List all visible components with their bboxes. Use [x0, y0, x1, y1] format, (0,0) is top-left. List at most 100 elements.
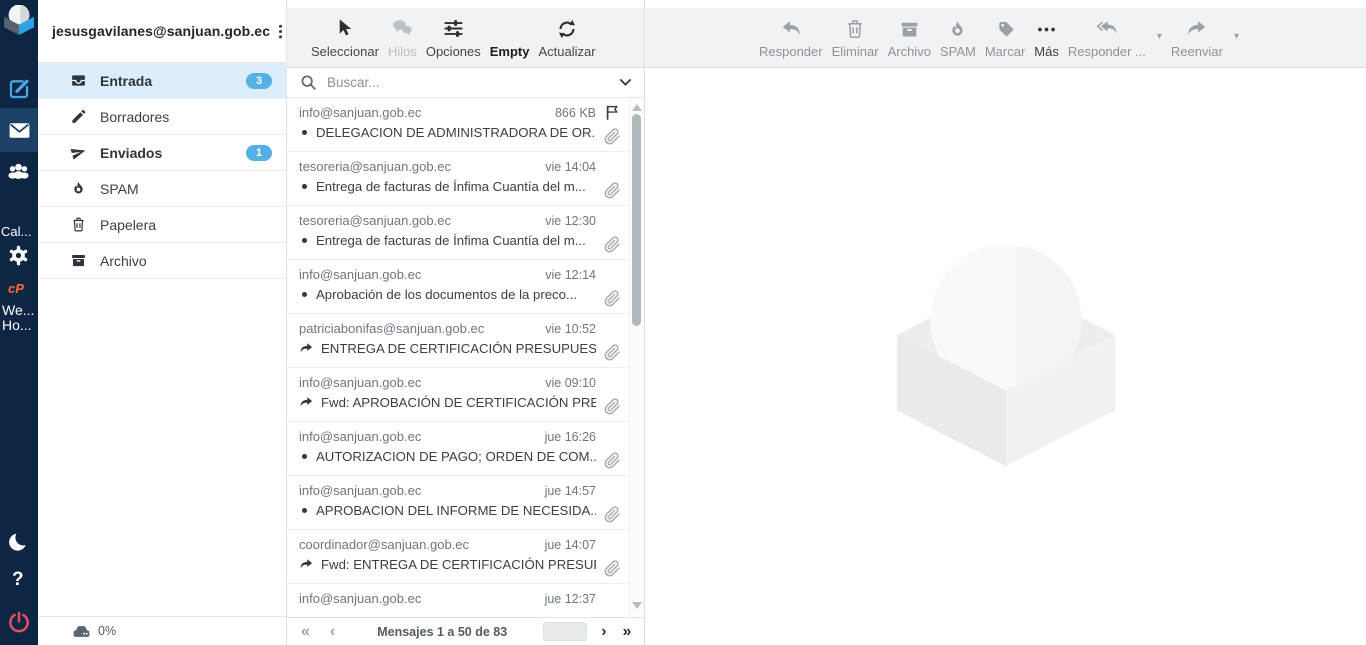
message-row[interactable]: coordinador@sanjuan.gob.ec jue 14:07 Fwd…	[287, 530, 644, 584]
app-logo[interactable]	[4, 5, 34, 35]
message-row[interactable]: tesoreria@sanjuan.gob.ec vie 12:30 Entre…	[287, 206, 644, 260]
message-row[interactable]: info@sanjuan.gob.ec vie 09:10 Fwd: APROB…	[287, 368, 644, 422]
reply-button[interactable]: Responder	[759, 15, 823, 59]
delete-button[interactable]: Eliminar	[832, 15, 879, 59]
message-from: coordinador@sanjuan.gob.ec	[299, 537, 469, 552]
next-page-button[interactable]: ›	[601, 624, 606, 640]
forward-button[interactable]: Reenviar	[1171, 15, 1223, 59]
dark-mode-toggle[interactable]	[6, 529, 31, 554]
message-row[interactable]: patriciabonifas@sanjuan.gob.ec vie 10:52…	[287, 314, 644, 368]
empty-state-watermark	[897, 247, 1115, 466]
sidebar-item-mail-active[interactable]	[0, 108, 38, 152]
tag-icon	[995, 19, 1016, 40]
refresh-button[interactable]: Actualizar	[539, 15, 596, 59]
webmail-home-line1: We...	[2, 303, 34, 318]
message-date: jue 14:07	[545, 538, 596, 552]
folder-item-spam[interactable]: SPAM	[38, 171, 286, 207]
reply-all-icon	[1095, 17, 1118, 40]
help-button[interactable]: ?	[12, 569, 24, 591]
select-button[interactable]: Seleccionar	[311, 15, 379, 59]
message-from: info@sanjuan.gob.ec	[299, 375, 421, 390]
flag-icon	[603, 103, 622, 122]
spam-button[interactable]: SPAM	[940, 15, 976, 59]
first-page-button[interactable]: «	[301, 624, 310, 640]
flag-label: Marcar	[985, 44, 1025, 59]
sidebar-item-settings[interactable]	[6, 243, 31, 268]
message-subject-line: APROBACION DEL INFORME DE NECESIDA...	[299, 503, 596, 518]
prev-page-button[interactable]: ‹	[330, 624, 335, 640]
unread-dot	[302, 292, 307, 297]
message-row[interactable]: info@sanjuan.gob.ec jue 14:57 APROBACION…	[287, 476, 644, 530]
folder-label: Borradores	[100, 109, 272, 125]
options-button[interactable]: Opciones	[426, 15, 481, 59]
message-subject: Entrega de facturas de Ínfima Cuantía de…	[316, 179, 586, 194]
scroll-down-arrow[interactable]	[632, 602, 642, 609]
message-row[interactable]: info@sanjuan.gob.ec jue 16:26 AUTORIZACI…	[287, 422, 644, 476]
message-subject: APROBACION DEL INFORME DE NECESIDA...	[316, 503, 596, 518]
forwarded-icon	[299, 395, 314, 410]
message-date: jue 16:26	[545, 430, 596, 444]
message-row[interactable]: info@sanjuan.gob.ec jue 12:37	[287, 584, 644, 617]
last-page-button[interactable]: »	[623, 624, 632, 640]
message-from: info@sanjuan.gob.ec	[299, 483, 421, 498]
message-row[interactable]: info@sanjuan.gob.ec vie 12:14 Aprobación…	[287, 260, 644, 314]
moon-icon	[6, 529, 31, 554]
options-label: Opciones	[426, 44, 481, 59]
flag-button[interactable]: Marcar	[985, 15, 1025, 59]
logout-button[interactable]	[6, 609, 32, 635]
compose-button[interactable]	[6, 76, 32, 102]
message-subject: Aprobación de los documentos de la preco…	[316, 287, 577, 302]
forward-icon	[1186, 18, 1208, 40]
message-row[interactable]: tesoreria@sanjuan.gob.ec vie 14:04 Entre…	[287, 152, 644, 206]
cursor-icon	[333, 17, 356, 40]
contacts-icon	[5, 158, 32, 185]
folder-item-entrada[interactable]: Entrada 3	[38, 63, 286, 99]
scrollbar-thumb[interactable]	[632, 114, 641, 326]
folder-label: Enviados	[100, 145, 246, 161]
delete-label: Eliminar	[832, 44, 879, 59]
archive-button[interactable]: Archivo	[888, 15, 931, 59]
folder-item-enviados[interactable]: Enviados 1	[38, 135, 286, 171]
reply-all-caret-icon[interactable]: ▾	[1157, 31, 1162, 42]
sidebar-item-calendar[interactable]: Cal...	[1, 224, 38, 239]
folder-icon	[70, 72, 87, 89]
message-subject: Fwd: ENTREGA DE CERTIFICACIÓN PRESUP...	[321, 557, 596, 572]
message-date: vie 09:10	[545, 376, 596, 390]
message-meta-line: info@sanjuan.gob.ec vie 12:14	[299, 267, 596, 282]
sidebar-item-contacts[interactable]	[5, 158, 32, 185]
folder-item-borradores[interactable]: Borradores	[38, 99, 286, 135]
app-sidebar: Cal... cP We... Ho... ?	[0, 0, 38, 645]
message-date: jue 12:37	[545, 592, 596, 606]
unread-dot	[302, 508, 307, 513]
message-subject-line: DELEGACION DE ADMINISTRADORA DE OR...	[299, 125, 596, 140]
sidebar-item-webmail-home[interactable]: We... Ho...	[2, 303, 34, 333]
message-toolbar: Responder Eliminar Archivo SPAM Marcar M…	[646, 8, 1366, 68]
page-number-input[interactable]	[543, 622, 587, 641]
attachment-icon	[603, 559, 622, 578]
scroll-up-arrow[interactable]	[632, 104, 642, 111]
folder-item-archivo[interactable]: Archivo	[38, 243, 286, 279]
message-from: tesoreria@sanjuan.gob.ec	[299, 159, 451, 174]
cypht-logo-icon	[4, 5, 34, 35]
sidebar-item-cpanel[interactable]: cP	[8, 281, 24, 296]
message-from: patriciabonifas@sanjuan.gob.ec	[299, 321, 484, 336]
more-button[interactable]: Más	[1034, 15, 1059, 59]
account-row: jesusgavilanes@sanjuan.gob.ec	[38, 0, 286, 63]
folder-icon	[70, 144, 87, 161]
empty-button[interactable]: Empty	[490, 15, 530, 59]
search-expand-chevron-icon[interactable]	[617, 74, 634, 91]
message-subject: Entrega de facturas de Ínfima Cuantía de…	[316, 233, 586, 248]
webmail-app: Cal... cP We... Ho... ? jesusgavilanes@s…	[0, 0, 1366, 645]
refresh-label: Actualizar	[539, 44, 596, 59]
threads-button[interactable]: Hilos	[388, 15, 417, 59]
folder-icon	[70, 252, 87, 269]
forward-caret-icon[interactable]: ▾	[1234, 31, 1239, 42]
quota-value: 0%	[98, 624, 116, 638]
message-meta-line: tesoreria@sanjuan.gob.ec vie 14:04	[299, 159, 596, 174]
folder-item-papelera[interactable]: Papelera	[38, 207, 286, 243]
account-email: jesusgavilanes@sanjuan.gob.ec	[52, 23, 270, 39]
search-input[interactable]	[327, 75, 617, 90]
reply-all-button[interactable]: Responder ...	[1068, 15, 1146, 59]
message-row[interactable]: info@sanjuan.gob.ec 866 KB DELEGACION DE…	[287, 98, 644, 152]
list-scrollbar[interactable]	[629, 98, 644, 617]
